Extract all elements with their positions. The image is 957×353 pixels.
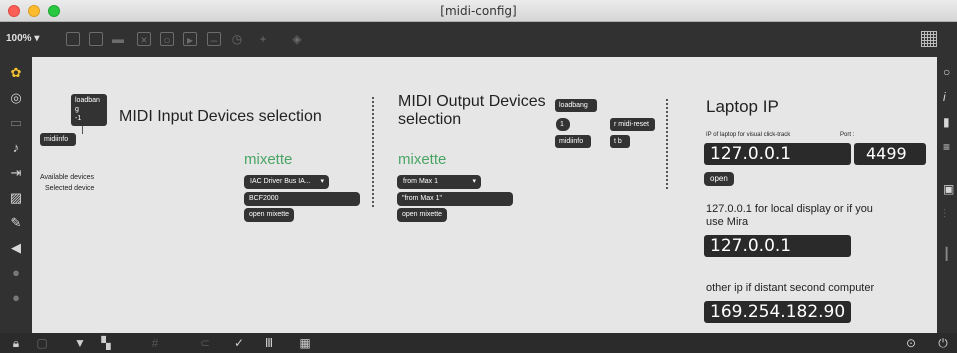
grid-toggle-icon[interactable]: # [148, 336, 162, 350]
output-selected-device[interactable]: "from Max 1" [397, 192, 513, 206]
keyboard-icon[interactable]: Ⅲ [262, 336, 276, 350]
output-mixette-label: mixette [398, 151, 447, 168]
presentation-icon[interactable]: ▢ [35, 336, 49, 350]
ip-number-field[interactable]: 127.0.0.1 [704, 143, 851, 165]
toggle-icon[interactable]: × [137, 32, 151, 47]
port-number-field[interactable]: 4499 [854, 143, 926, 165]
zoom-select[interactable]: 100% ▾ [6, 33, 39, 44]
list-icon[interactable]: ≡ [943, 140, 957, 154]
midi-reset-receive[interactable]: r midi-reset [610, 118, 655, 131]
dial-icon[interactable]: ◷ [230, 32, 244, 46]
distant-ip-message[interactable]: 169.254.182.90 [704, 301, 851, 323]
patcher-toolbar: 100% ▾ ▬ × ○ ▸ – ◷ + ◈ [0, 22, 957, 57]
magnet-icon[interactable]: ⊂ [198, 336, 212, 350]
output-open-mixette-msg[interactable]: open mixette [397, 208, 448, 222]
selected-device-label: Selected device [45, 185, 95, 192]
volume-slider-icon[interactable]: ┃ [943, 247, 957, 261]
loadbang-object[interactable]: loadban g -1 [71, 94, 107, 126]
b-circle-icon[interactable]: ● [8, 290, 24, 306]
right-sidebar: ○ i ▮ ≡ ▣ ⫶ ┃ [937, 57, 957, 333]
section-divider [372, 97, 374, 207]
power-icon[interactable]: ⏻ [936, 336, 950, 350]
sequencer-icon[interactable]: ⇥ [8, 165, 24, 181]
laptop-ip-title: Laptop IP [706, 97, 779, 116]
slider-icon[interactable]: – [207, 32, 221, 47]
button-icon[interactable]: ○ [160, 32, 174, 47]
wrench-icon[interactable]: ✓ [232, 336, 246, 350]
midiinfo-object[interactable]: midiinfo [40, 133, 76, 146]
image-icon[interactable]: ▨ [8, 190, 24, 206]
section-divider [666, 99, 668, 189]
windows-icon[interactable]: ▚ [99, 336, 113, 350]
lock-icon[interactable]: 🔒︎ [9, 336, 23, 350]
paperclip-icon[interactable]: ✎ [8, 215, 24, 231]
number-box-icon[interactable]: ▸ [183, 32, 197, 47]
port-caption: Port : [840, 132, 855, 138]
left-sidebar: ✿ ◎ ▭ ♪ ⇥ ▨ ✎ ◀ ● ● [0, 57, 32, 333]
chevron-down-icon: ▾ [320, 178, 324, 185]
input-mixette-label: mixette [244, 151, 293, 168]
comment-icon[interactable]: ▬ [111, 32, 125, 46]
keyboard-grid-icon[interactable]: ▦ [298, 336, 312, 350]
add-icon[interactable]: + [256, 32, 270, 46]
window-icon[interactable]: ▭ [8, 115, 24, 131]
plug-icon[interactable]: ◀ [8, 240, 24, 256]
comment-bubble-icon[interactable]: ▼ [73, 336, 87, 350]
grid-icon[interactable] [921, 31, 937, 47]
midi-output-title: MIDI Output Devices selection [398, 93, 546, 128]
output-one-message[interactable]: 1 [556, 118, 570, 131]
target-icon[interactable]: ◎ [8, 90, 24, 106]
mixer-icon[interactable]: ⫶ [943, 207, 957, 221]
play-icon[interactable]: ⊙ [904, 336, 918, 350]
input-selected-device[interactable]: BCF2000 [244, 192, 360, 206]
available-devices-label: Available devices [40, 174, 94, 181]
output-midiinfo-object[interactable]: midiinfo [555, 135, 591, 148]
local-ip-message[interactable]: 127.0.0.1 [704, 235, 851, 257]
window-titlebar: [midi-config] [0, 0, 957, 22]
v-circle-icon[interactable]: ● [8, 265, 24, 281]
message-box-icon[interactable] [89, 32, 103, 46]
trigger-bang-object[interactable]: t b [610, 135, 630, 148]
input-device-menu[interactable]: IAC Driver Bus IA... ▾ [244, 175, 329, 189]
bottom-toolbar: 🔒︎ ▢ ▼ ▚ # ⊂ ✓ Ⅲ ▦ ⊙ ⏻ [0, 333, 957, 353]
object-palette-icon[interactable]: ✿ [8, 65, 24, 81]
search-icon[interactable]: ○ [943, 65, 957, 79]
midi-input-title: MIDI Input Devices selection [119, 108, 322, 125]
info-icon[interactable]: i [943, 90, 957, 104]
output-loadbang-object[interactable]: loadbang [555, 99, 597, 112]
clipboard-icon[interactable]: ▣ [943, 182, 957, 196]
input-device-menu-value: IAC Driver Bus IA... [250, 178, 311, 185]
local-display-note: 127.0.0.1 for local display or if you us… [706, 203, 873, 228]
paint-icon[interactable]: ◈ [290, 32, 304, 46]
patch-cord [82, 126, 83, 134]
input-open-mixette-msg[interactable]: open mixette [244, 208, 295, 222]
ip-caption: IP of laptop for visual click-track [706, 132, 791, 138]
chevron-down-icon: ▾ [472, 178, 476, 185]
book-icon[interactable]: ▮ [943, 115, 957, 129]
music-note-icon[interactable]: ♪ [8, 140, 24, 156]
patcher-canvas[interactable]: loadban g -1 midiinfo MIDI Input Devices… [32, 57, 937, 333]
new-object-icon[interactable] [66, 32, 80, 46]
distant-computer-note: other ip if distant second computer [706, 282, 875, 294]
open-message[interactable]: open [704, 172, 734, 186]
output-device-menu[interactable]: from Max 1 ▾ [397, 175, 481, 189]
output-device-menu-value: from Max 1 [403, 178, 439, 185]
window-title: [midi-config] [440, 4, 517, 18]
